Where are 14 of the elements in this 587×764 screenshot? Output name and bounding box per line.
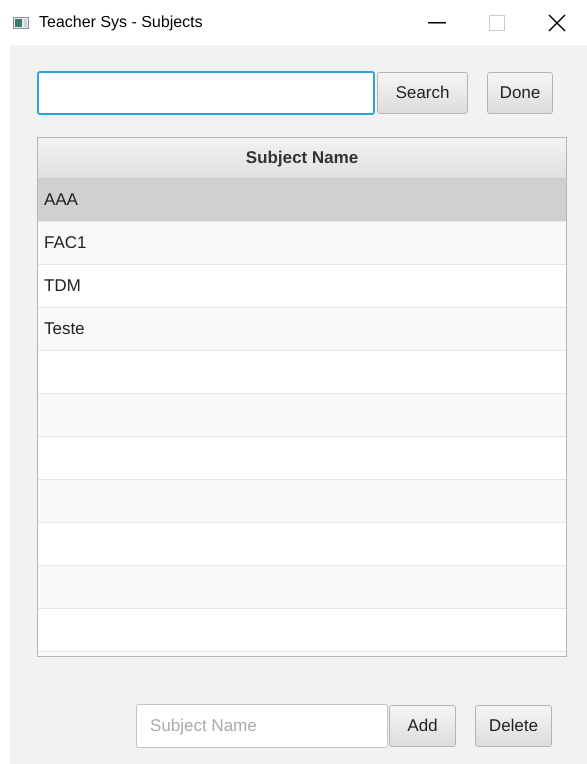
minimize-icon [428, 22, 446, 24]
app-icon [13, 16, 29, 28]
column-header[interactable]: Subject Name [38, 138, 566, 179]
search-field[interactable] [37, 71, 375, 115]
subject-name-field[interactable]: Subject Name [136, 704, 388, 748]
done-button[interactable]: Done [487, 72, 553, 114]
table-row[interactable]: AAA [38, 179, 566, 222]
search-button[interactable]: Search [377, 72, 468, 114]
close-icon [548, 14, 566, 32]
delete-button[interactable]: Delete [475, 705, 552, 747]
table-row[interactable]: TDM [38, 265, 566, 308]
maximize-icon [489, 14, 505, 30]
window-title: Teacher Sys - Subjects [39, 12, 203, 32]
add-button[interactable]: Add [389, 705, 456, 747]
